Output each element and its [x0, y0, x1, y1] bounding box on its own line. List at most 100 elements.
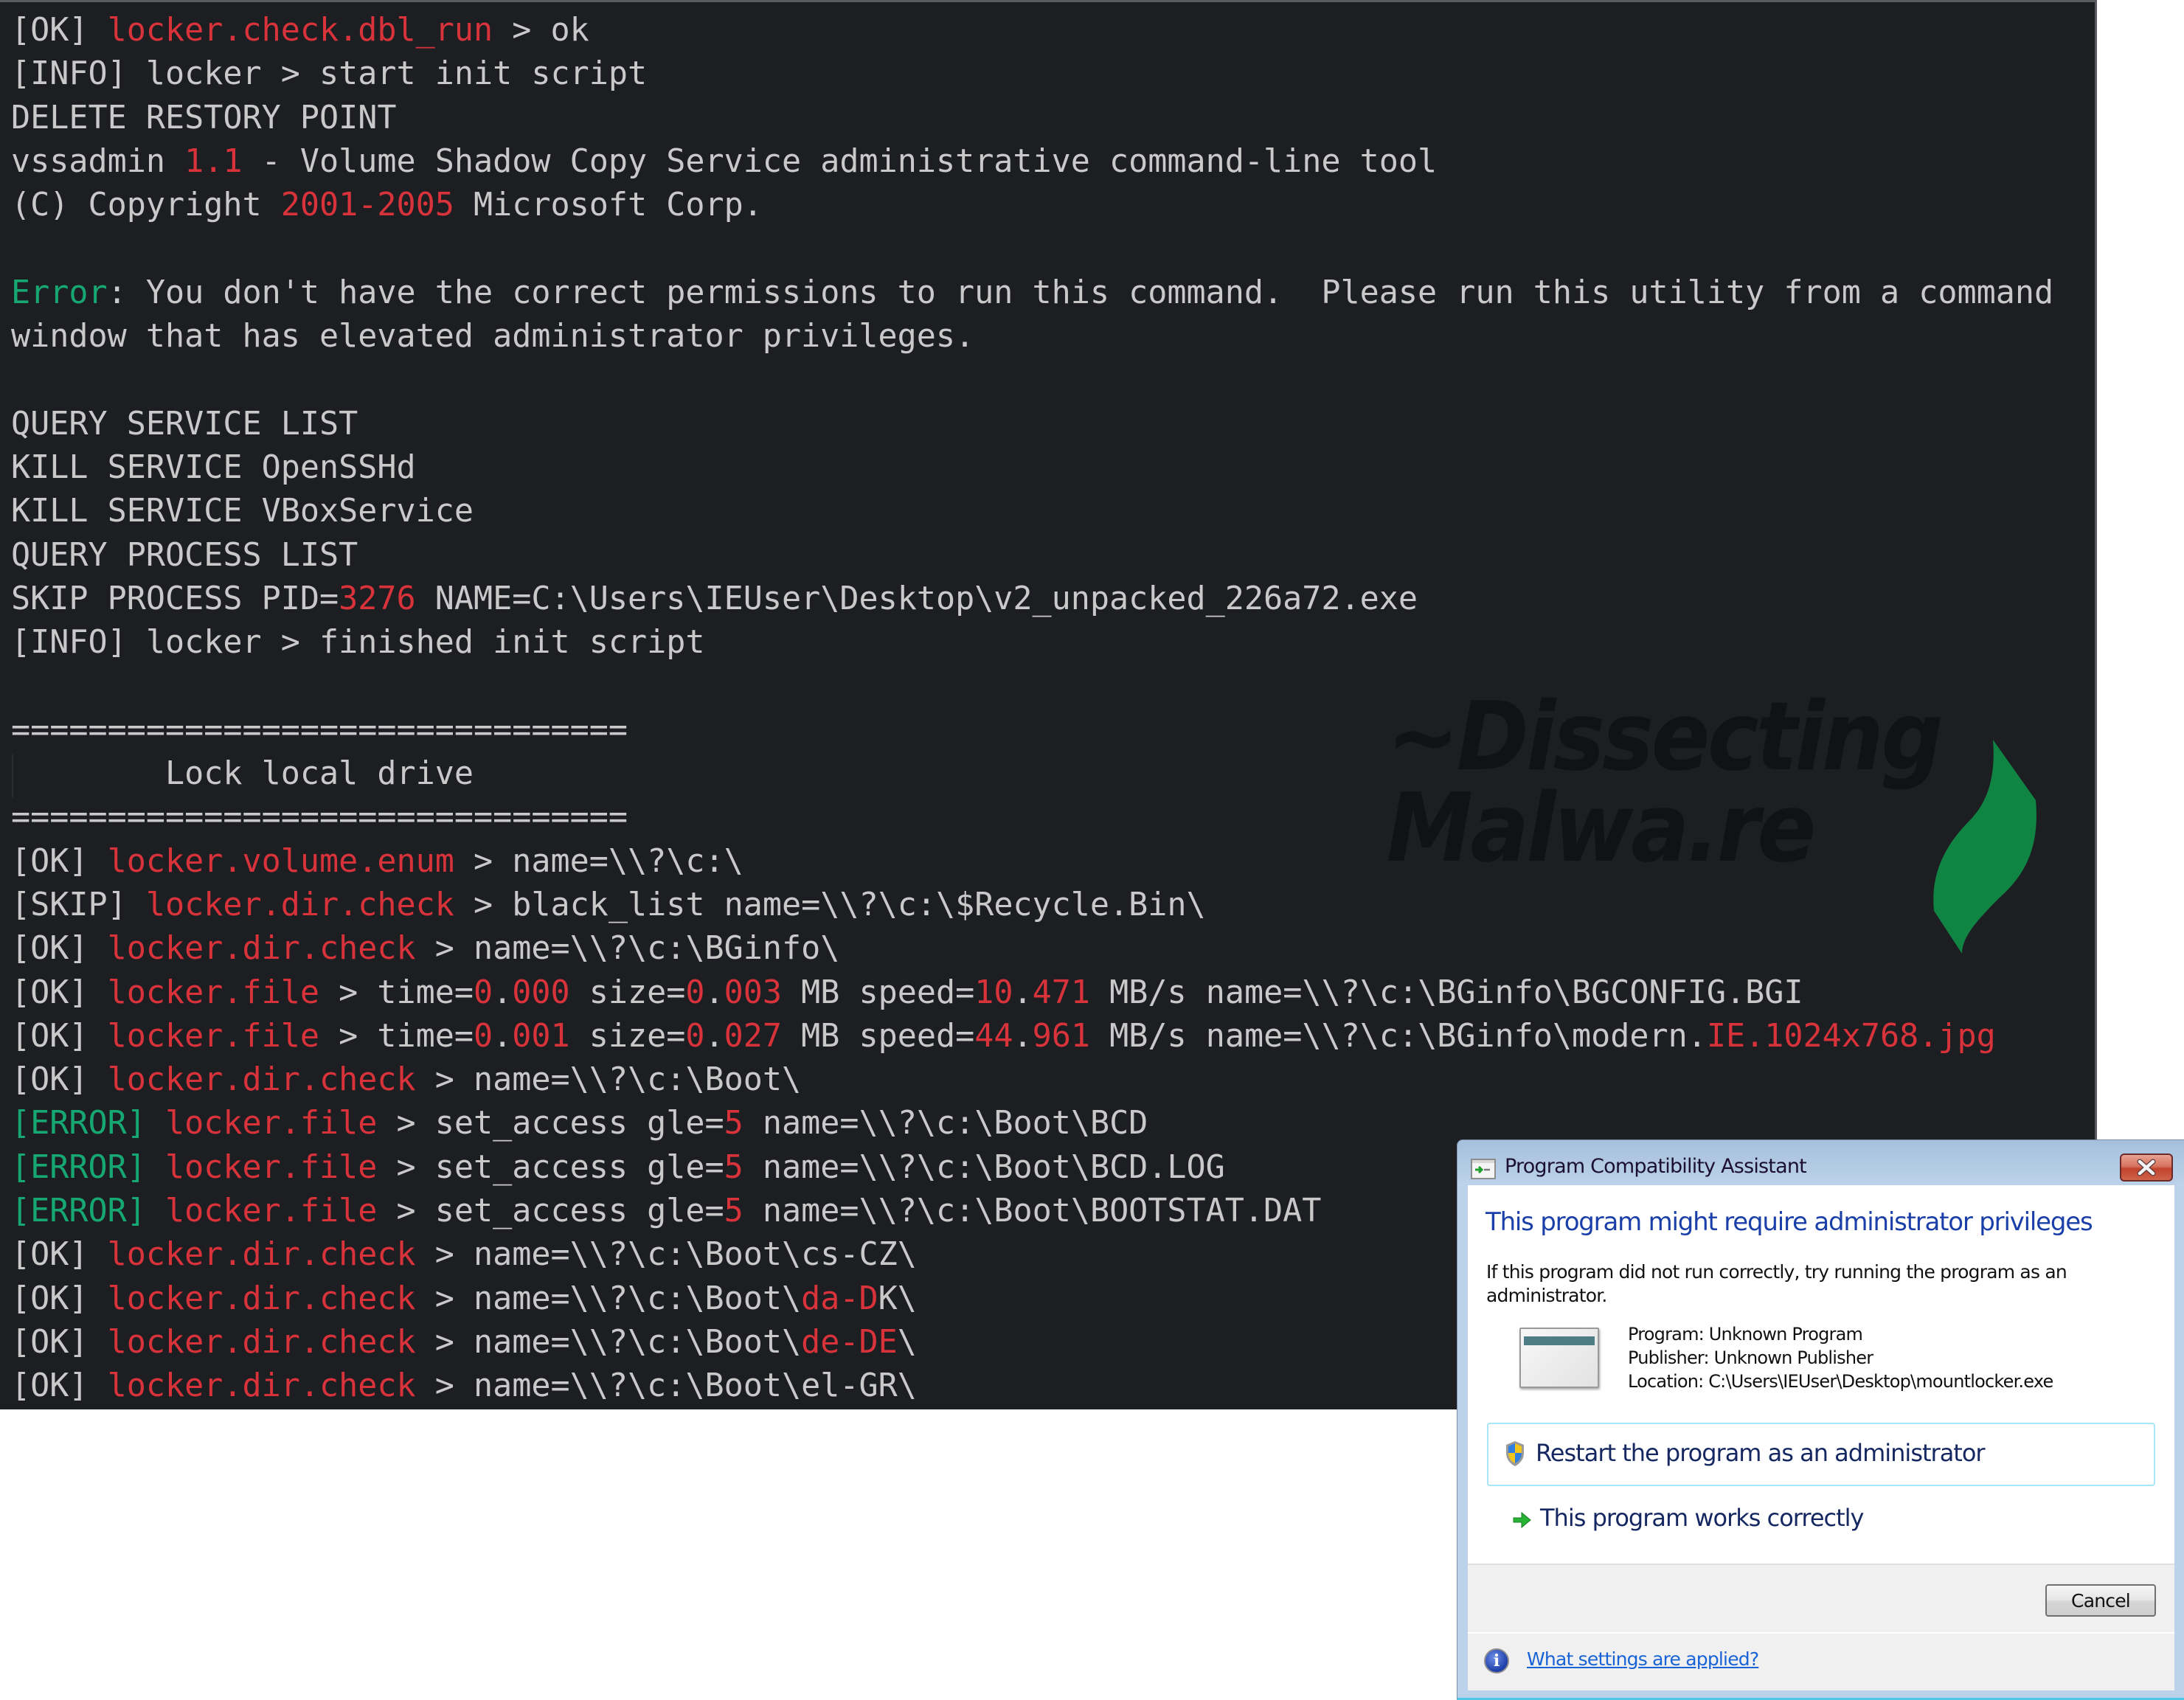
dialog-footer: i What settings are applied?	[1468, 1632, 2174, 1690]
terminal-line: [SKIP] locker.dir.check > black_list nam…	[11, 884, 2053, 927]
dialog-title: Program Compatibility Assistant	[1505, 1155, 1807, 1178]
terminal-text-segment: 3276	[339, 580, 416, 617]
terminal-text-segment: K\	[878, 1280, 917, 1317]
terminal-text-segment: [ERROR]	[11, 1148, 146, 1186]
terminal-text-segment: 10	[974, 974, 1013, 1011]
close-icon	[2137, 1159, 2156, 1176]
terminal-text-segment: 000	[512, 974, 570, 1011]
terminal-text-segment: MB/s name=\\?\c:\BGinfo\modern.	[1089, 1017, 1707, 1055]
terminal-text-segment: locker.dir.check	[107, 1280, 416, 1317]
terminal-text-segment: : You don't have the correct permissions…	[107, 274, 2054, 311]
dialog-description: If this program did not run correctly, t…	[1486, 1261, 2067, 1306]
terminal-text-segment: > name=\\?\c:\Boot\	[415, 1323, 802, 1361]
uac-shield-icon	[1506, 1441, 1524, 1466]
terminal-line: [OK] locker.file > time=0.000 size=0.003…	[11, 971, 2053, 1015]
terminal-text-segment: locker.check.dbl_run	[107, 12, 493, 49]
terminal-text-segment: KILL SERVICE VBoxService	[11, 493, 474, 530]
terminal-text-segment: 0	[685, 1017, 705, 1055]
what-settings-link[interactable]: What settings are applied?	[1527, 1648, 1759, 1670]
terminal-line: Lock local drive	[11, 752, 2053, 796]
terminal-text-segment: > name=\\?\c:\Boot\	[415, 1280, 802, 1317]
terminal-text-segment: [OK]	[11, 1323, 108, 1361]
terminal-text-segment: [INFO] locker > finished init script	[11, 624, 705, 662]
terminal-text-segment: locker.dir.check	[107, 1367, 416, 1405]
terminal-text-segment: .	[493, 1017, 513, 1055]
terminal-text-segment: [SKIP]	[11, 886, 146, 923]
restart-as-admin-button[interactable]: Restart the program as an administrator	[1487, 1423, 2155, 1486]
terminal-line: [OK] locker.check.dbl_run > ok	[11, 9, 2053, 52]
terminal-text-segment: [OK]	[11, 974, 108, 1011]
terminal-line: [OK] locker.dir.check > name=\\?\c:\BGin…	[11, 927, 2053, 971]
terminal-text-segment: name=\\?\c:\Boot\BCD	[743, 1105, 1148, 1142]
terminal-text-segment: [OK]	[11, 12, 108, 49]
terminal-text-segment: .	[1013, 1017, 1033, 1055]
terminal-text-segment: [ERROR]	[11, 1105, 146, 1142]
terminal-text-segment: name=\\?\c:\Boot\BCD.LOG	[743, 1148, 1225, 1186]
terminal-text-segment: 5	[724, 1105, 743, 1142]
application-window-icon	[1519, 1328, 1599, 1388]
terminal-line: [OK] locker.volume.enum > name=\\?\c:\	[11, 840, 2053, 884]
terminal-line: KILL SERVICE OpenSSHd	[11, 446, 2053, 490]
terminal-line: vssadmin 1.1 - Volume Shadow Copy Servic…	[11, 140, 2053, 184]
terminal-text-segment: QUERY SERVICE LIST	[11, 405, 358, 443]
terminal-text-segment: 0	[685, 974, 705, 1011]
terminal-text-segment: > set_access gle=	[377, 1193, 724, 1230]
terminal-line: [INFO] locker > start init script	[11, 52, 2053, 96]
terminal-text-segment: [OK]	[11, 1017, 108, 1055]
terminal-text-segment: - Volume Shadow Copy Service administrat…	[242, 142, 1438, 180]
terminal-line: ================================	[11, 709, 2053, 752]
cancel-button[interactable]: Cancel	[2045, 1584, 2156, 1617]
terminal-line: QUERY SERVICE LIST	[11, 403, 2053, 446]
terminal-text-segment: [OK]	[11, 930, 108, 968]
terminal-text-segment: locker.dir.check	[107, 1061, 416, 1099]
terminal-text-segment: > set_access gle=	[377, 1105, 724, 1142]
terminal-text-segment: 001	[512, 1017, 570, 1055]
terminal-text-segment: da-D	[801, 1280, 878, 1317]
restart-as-admin-label: Restart the program as an administrator	[1536, 1439, 1986, 1467]
terminal-text-segment: ================================	[11, 799, 628, 836]
terminal-text-segment: size=	[569, 974, 686, 1011]
terminal-text-segment: 471	[1032, 974, 1090, 1011]
terminal-text-segment: 2001-2005	[280, 187, 454, 224]
program-details: Program: Unknown Program Publisher: Unkn…	[1628, 1322, 2053, 1393]
close-button[interactable]	[2120, 1153, 2173, 1182]
terminal-text-segment: MB speed=	[781, 1017, 975, 1055]
dialog-body: This program might require administrator…	[1468, 1185, 2174, 1564]
terminal-text-segment: .	[1013, 974, 1033, 1011]
dialog-heading: This program might require administrator…	[1486, 1207, 2093, 1237]
terminal-text-segment: locker.file	[165, 1148, 378, 1186]
terminal-text-segment: size=	[569, 1017, 686, 1055]
terminal-line: (C) Copyright 2001-2005 Microsoft Corp.	[11, 184, 2053, 227]
dialog-titlebar[interactable]: Program Compatibility Assistant	[1457, 1140, 2184, 1184]
terminal-text-segment: 1.1	[184, 142, 243, 180]
terminal-text-segment: Lock local drive	[11, 755, 474, 793]
terminal-text-segment: .	[704, 974, 724, 1011]
terminal-text-segment: [OK]	[11, 1280, 108, 1317]
terminal-text-segment: [ERROR]	[11, 1193, 146, 1230]
terminal-text-segment: name=\\?\c:\Boot\BOOTSTAT.DAT	[743, 1193, 1322, 1230]
terminal-text-segment: NAME=C:\Users\IEUser\Desktop\v2_unpacked…	[415, 580, 1418, 617]
terminal-text-segment: 5	[724, 1193, 743, 1230]
terminal-text-segment: > time=	[319, 1017, 474, 1055]
terminal-text-segment: > black_list name=\\?\c:\$Recycle.Bin\	[454, 886, 1206, 923]
terminal-text-segment: > time=	[319, 974, 474, 1011]
works-correctly-button[interactable]: This program works correctly	[1540, 1504, 1864, 1532]
terminal-line: DELETE RESTORY POINT	[11, 97, 2053, 140]
terminal-text-segment: locker.dir.check	[145, 886, 454, 923]
terminal-text-segment: \	[897, 1323, 917, 1361]
terminal-text-segment: 5	[724, 1148, 743, 1186]
terminal-text-segment: locker.dir.check	[107, 1236, 416, 1274]
terminal-text-segment: locker.file	[165, 1105, 378, 1142]
green-arrow-icon	[1513, 1511, 1531, 1529]
terminal-text-segment: Error	[11, 274, 108, 311]
terminal-text-segment: > name=\\?\c:\Boot\el-GR\	[415, 1367, 917, 1405]
terminal-text-segment: MB/s name=\\?\c:\BGinfo\BGCONFIG.BGI	[1089, 974, 1803, 1011]
terminal-line: [INFO] locker > finished init script	[11, 621, 2053, 665]
terminal-text-segment: [OK]	[11, 1236, 108, 1274]
terminal-text-segment: 961	[1032, 1017, 1090, 1055]
terminal-text-segment: 0	[473, 1017, 493, 1055]
